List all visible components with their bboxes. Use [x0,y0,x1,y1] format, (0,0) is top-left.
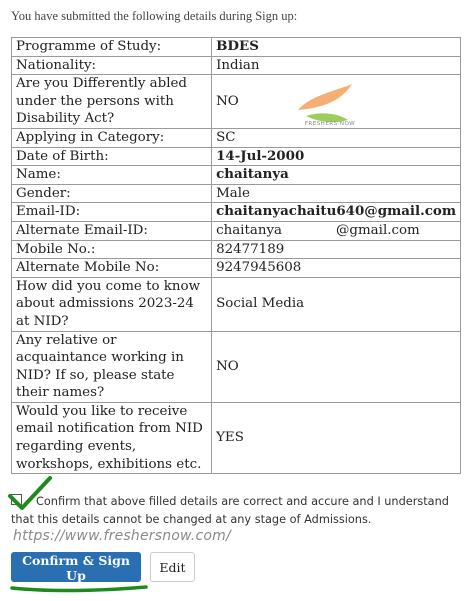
alt-email-user: chaitanya [216,222,283,238]
disability-label: Are you Differently abled under the pers… [10,74,213,129]
alt-email-label: Alternate Email-ID: [10,220,213,241]
nationality-value: Indian [211,55,461,76]
alt-email-domain: @gmail.com [336,222,420,238]
confirm-signup-button[interactable]: Confirm & Sign Up [11,552,141,583]
intro-text: You have submitted the following details… [11,9,298,23]
category-label: Applying in Category: [10,127,213,148]
mobile-label: Mobile No.: [10,239,213,260]
source-label: How did you come to know about admission… [10,276,213,332]
table-row: Email-ID: chaitanyachaitu640@gmail.com [10,202,461,222]
category-value: SC [211,127,461,148]
gender-label: Gender: [10,183,213,204]
edit-button[interactable]: Edit [150,552,195,582]
email-value: chaitanyachaitu640@gmail.com [211,202,461,222]
site-url-watermark: https://www.freshersnow.com/ [13,528,231,544]
confirm-text: Confirm that above filled details are co… [11,495,449,526]
gender-value: Male [211,183,461,204]
table-row: Alternate Mobile No: 9247945608 [10,258,461,278]
dob-value: 14-Jul-2000 [211,146,461,167]
dob-label: Date of Birth: [10,146,213,167]
programme-value: BDES [211,37,461,57]
name-label: Name: [10,165,213,185]
source-value: Social Media [211,276,461,332]
table-row: Would you like to receive email notifica… [10,401,461,475]
email-label: Email-ID: [10,202,213,222]
table-row: Nationality: Indian [10,55,461,76]
table-row: Mobile No.: 82477189 [10,239,461,260]
details-table: Programme of Study: BDES Nationality: In… [10,37,461,475]
table-row: How did you come to know about admission… [10,276,461,332]
table-row: Date of Birth: 14-Jul-2000 [10,146,461,167]
table-row: Alternate Email-ID: chaitanya @gmail.com [10,220,461,241]
annotation-underline [10,585,148,593]
table-row: Applying in Category: SC [10,127,461,148]
table-row: Name: chaitanya [10,165,461,185]
relative-label: Any relative or acquaintance working in … [10,330,213,403]
notification-label: Would you like to receive email notifica… [10,401,213,475]
table-row: Are you Differently abled under the pers… [10,74,461,129]
alt-email-value: chaitanya @gmail.com [211,220,461,241]
watermark-text: FRESHERS NOW [304,121,356,127]
notification-value: YES [211,401,461,475]
table-row: Gender: Male [10,183,461,204]
nationality-label: Nationality: [10,55,213,76]
programme-label: Programme of Study: [10,37,213,57]
relative-value: NO [211,330,461,403]
alt-mobile-label: Alternate Mobile No: [10,258,213,278]
mobile-value: 82477189 [211,239,461,260]
alt-mobile-value: 9247945608 [211,258,461,278]
table-row: Programme of Study: BDES [10,37,461,57]
name-value: chaitanya [211,165,461,185]
table-row: Any relative or acquaintance working in … [10,330,461,403]
